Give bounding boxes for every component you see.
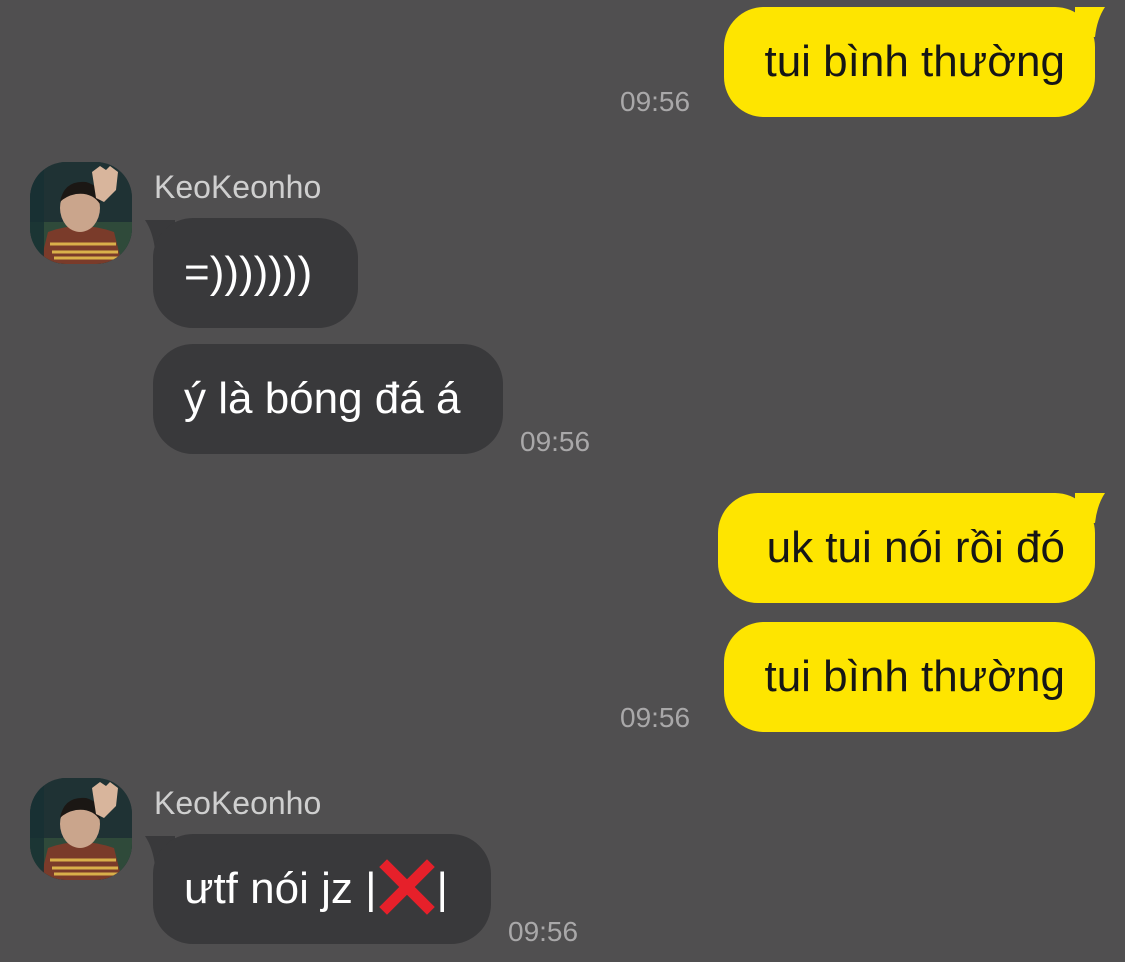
outgoing-message-bubble[interactable]: tui bình thường (724, 7, 1095, 117)
message-text: =))))))) (184, 248, 313, 297)
sender-avatar[interactable] (30, 778, 132, 880)
outgoing-message-bubble[interactable]: tui bình thường (724, 622, 1095, 732)
timestamp: 09:56 (520, 426, 591, 457)
timestamp: 09:56 (620, 86, 691, 117)
timestamp: 09:56 (620, 702, 691, 733)
message-text: uk tui nói rồi đó (766, 523, 1065, 572)
incoming-message-bubble[interactable]: =))))))) (153, 218, 358, 328)
incoming-message-bubble[interactable]: ý là bóng đá á (153, 344, 503, 454)
incoming-message-bubble[interactable]: ưtf nói jz | | (153, 834, 491, 944)
sender-name: KeoKeonho (154, 785, 322, 821)
message-text-before: ưtf nói jz | (184, 864, 377, 913)
red-cross-mark-icon (378, 859, 435, 916)
message-text: tui bình thường (764, 37, 1065, 86)
timestamp: 09:56 (508, 916, 579, 947)
outgoing-bubble-tail (1075, 493, 1105, 523)
sender-name: KeoKeonho (154, 169, 322, 205)
sender-avatar[interactable] (30, 162, 132, 264)
message-text: ý là bóng đá á (184, 374, 461, 423)
message-text-after: | (436, 864, 448, 913)
outgoing-message-bubble[interactable]: uk tui nói rồi đó (718, 493, 1095, 603)
outgoing-bubble-tail (1075, 7, 1105, 37)
message-text: tui bình thường (764, 652, 1065, 701)
